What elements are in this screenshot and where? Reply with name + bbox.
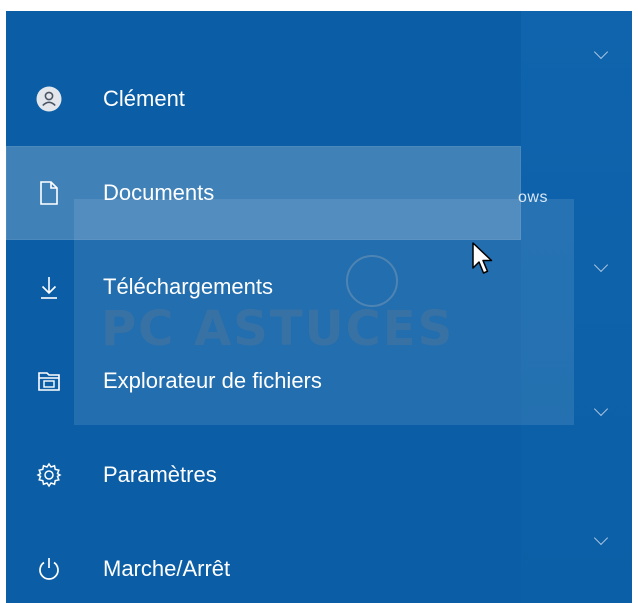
sidebar-item-label: Explorateur de fichiers xyxy=(103,368,322,393)
sidebar-item-user[interactable]: Clément xyxy=(6,52,521,146)
sidebar-item-label: Paramètres xyxy=(103,462,217,487)
download-icon xyxy=(36,274,62,300)
background-partial-text: ows xyxy=(518,189,548,206)
sidebar-item-label: Clément xyxy=(103,86,185,111)
user-avatar-icon xyxy=(36,86,62,112)
sidebar-item-file-explorer[interactable]: Explorateur de fichiers xyxy=(6,334,521,428)
sidebar-item-power[interactable]: Marche/Arrêt xyxy=(6,522,521,603)
gear-icon xyxy=(36,462,62,488)
document-icon xyxy=(36,180,62,206)
start-menu: ows PC ASTUCES Clément Documents Télécha… xyxy=(6,11,632,603)
sidebar-item-label: Marche/Arrêt xyxy=(103,556,231,581)
file-explorer-icon xyxy=(36,368,62,394)
sidebar-item-label: Téléchargements xyxy=(103,274,273,299)
sidebar-item-downloads[interactable]: Téléchargements xyxy=(6,240,521,334)
sidebar-item-documents[interactable]: Documents xyxy=(6,146,521,240)
sidebar-item-settings[interactable]: Paramètres xyxy=(6,428,521,522)
start-sidebar: Clément Documents Téléchargements Explor… xyxy=(6,52,521,603)
power-icon xyxy=(36,556,62,582)
sidebar-item-label: Documents xyxy=(103,180,215,205)
mouse-pointer-icon xyxy=(472,242,493,274)
